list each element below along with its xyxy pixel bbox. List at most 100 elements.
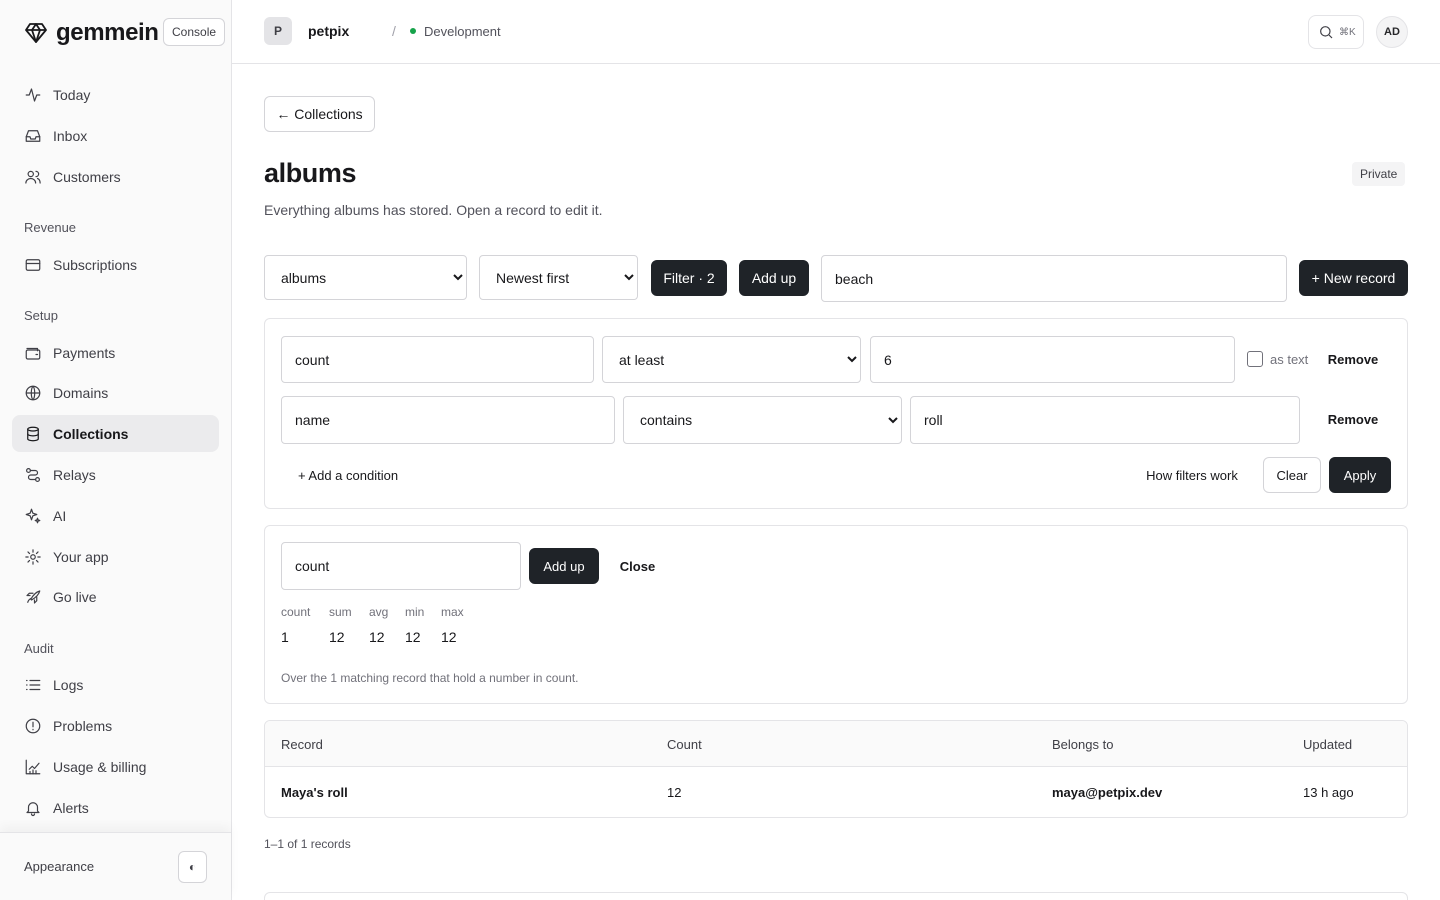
sidebar-footer: Appearance ◐ [0,832,231,900]
wallet-icon [24,344,42,362]
condition-operator-select[interactable]: at least [602,336,861,383]
console-tag: Console [163,18,226,46]
condition-field-input[interactable] [281,396,615,444]
project-avatar[interactable]: P [264,17,292,45]
stat-label-max: max [441,605,464,619]
stat-value-sum: 12 [329,629,345,645]
sidebar-item-domains[interactable]: Domains [12,374,219,411]
alert-circle-icon [24,717,42,735]
sidebar-item-subscriptions[interactable]: Subscriptions [12,246,219,283]
search-input[interactable] [821,255,1287,302]
globe-icon [24,384,42,402]
sort-select[interactable]: Newest first [479,255,638,300]
aggregate-field-input[interactable] [281,542,521,590]
new-record-button[interactable]: + New record [1299,260,1408,296]
breadcrumb-separator: / [392,23,396,39]
gear-icon [24,548,42,566]
filter-button[interactable]: Filter · 2 [651,260,727,296]
remove-condition-button[interactable]: Remove [1318,341,1388,377]
column-header-record[interactable]: Record [281,737,323,752]
sidebar-item-logs[interactable]: Logs [12,666,219,703]
stat-value-max: 12 [441,629,457,645]
column-header-count[interactable]: Count [667,737,702,752]
user-avatar[interactable]: AD [1376,16,1408,48]
condition-value-input[interactable] [910,396,1300,444]
environment-status-dot [410,28,416,34]
brand-logo[interactable]: gemmein [24,18,159,48]
back-to-collections-button[interactable]: ← Collections [264,96,375,132]
sidebar-item-label: Go live [53,588,97,605]
records-table: Record Count Belongs to Updated Maya's r… [264,720,1408,818]
apply-filters-button[interactable]: Apply [1329,457,1391,493]
project-name[interactable]: petpix [308,23,349,39]
sidebar-item-label: Logs [53,676,84,693]
add-condition-button[interactable]: + Add a condition [286,457,410,493]
cell-updated: 13 h ago [1303,785,1354,800]
column-header-belongs-to[interactable]: Belongs to [1052,737,1113,752]
stat-label-avg: avg [369,605,389,619]
as-text-checkbox[interactable] [1247,351,1263,367]
table-header: Record Count Belongs to Updated [265,721,1407,767]
sidebar-item-customers[interactable]: Customers [12,158,219,195]
sidebar-item-inbox[interactable]: Inbox [12,117,219,154]
sidebar-item-label: Inbox [53,127,88,144]
theme-toggle-button[interactable]: ◐ [178,851,207,883]
aggregate-add-up-button[interactable]: Add up [529,548,599,584]
stat-value-count: 1 [281,629,289,645]
section-label-audit: Audit [24,641,54,656]
condition-field-input[interactable] [281,336,594,383]
sidebar-item-label: Alerts [53,799,89,816]
appearance-label: Appearance [24,859,95,874]
stat-label-sum: sum [329,605,352,619]
cell-count: 12 [667,785,682,800]
sidebar-item-usage-billing[interactable]: Usage & billing [12,748,219,785]
remove-condition-button[interactable]: Remove [1318,401,1388,437]
clear-filters-button[interactable]: Clear [1263,457,1321,493]
aggregate-close-button[interactable]: Close [610,548,665,584]
bell-icon [24,799,42,817]
column-header-updated[interactable]: Updated [1303,737,1352,752]
sidebar-item-today[interactable]: Today [12,76,219,113]
stat-label-min: min [405,605,425,619]
rocket-icon [24,588,42,606]
sidebar-item-label: AI [53,507,67,524]
condition-value-input[interactable] [870,336,1235,383]
sidebar-item-payments[interactable]: Payments [12,334,219,371]
sparkles-icon [24,507,42,525]
next-panel [264,892,1408,900]
sidebar-item-problems[interactable]: Problems [12,707,219,744]
sidebar-item-your-app[interactable]: Your app [12,538,219,575]
pagination-summary: 1–1 of 1 records [264,837,351,851]
list-icon [24,676,42,694]
as-text-label: as text [1270,352,1309,367]
route-icon [24,466,42,484]
search-icon [1318,24,1334,40]
how-filters-work-link[interactable]: How filters work [1134,457,1250,493]
sidebar-item-label: Domains [53,384,109,401]
collection-select[interactable]: albums [264,255,467,300]
sidebar-item-ai[interactable]: AI [12,497,219,534]
visibility-badge: Private [1352,162,1406,186]
sidebar-item-label: Problems [53,717,113,734]
sidebar-item-collections[interactable]: Collections [12,415,219,452]
sidebar-item-alerts[interactable]: Alerts [12,789,219,826]
search-button[interactable]: ⌘K [1308,15,1364,49]
sidebar-item-relays[interactable]: Relays [12,456,219,493]
sidebar-item-label: Customers [53,168,121,185]
sidebar-item-label: Subscriptions [53,256,138,273]
inbox-icon [24,127,42,145]
activity-icon [24,86,42,104]
aggregate-note: Over the 1 matching record that hold a n… [281,671,579,685]
cell-record[interactable]: Maya's roll [281,785,348,800]
section-label-setup: Setup [24,308,58,323]
page-subtitle: Everything albums has stored. Open a rec… [264,202,603,218]
sidebar-item-go-live[interactable]: Go live [12,578,219,615]
add-up-button[interactable]: Add up [739,260,809,296]
chart-icon [24,758,42,776]
condition-operator-select[interactable]: contains [623,396,902,444]
environment-name[interactable]: Development [424,24,501,39]
sidebar-item-label: Collections [53,425,129,442]
credit-card-icon [24,256,42,274]
users-icon [24,168,42,186]
section-label-revenue: Revenue [24,220,77,235]
